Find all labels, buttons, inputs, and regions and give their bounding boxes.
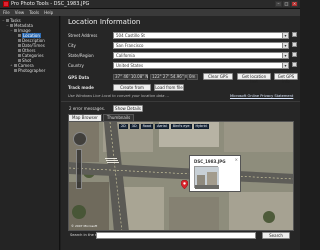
window-controls: – □ × [275,1,298,7]
chevron-down-icon[interactable]: ▾ [282,51,289,59]
menu-bar: File View Tools Help [0,9,300,16]
title-bar: Pro Photo Tools - DSC_1983.JPG – □ × [0,0,300,9]
tab-map-browser[interactable]: Map Browser [68,114,102,121]
menu-tools[interactable]: Tools [29,10,39,15]
window-title: Pro Photo Tools - DSC_1983.JPG [11,1,90,7]
load-from-file-button[interactable]: Load from file [154,84,184,91]
gps-altitude[interactable]: 0m [187,74,198,80]
menu-file[interactable]: File [3,10,10,15]
track-label: Track mode [68,84,94,90]
folder-icon [18,49,21,52]
search-button[interactable]: Search [262,232,290,239]
folder-icon [18,54,21,57]
aerial-map [69,122,293,230]
edit-icon[interactable] [292,52,297,57]
divider [61,101,300,102]
photo-popup: DSC_1983.JPG × [189,155,241,192]
folder-icon [18,59,21,62]
search-input[interactable] [96,232,256,239]
gps-longitude[interactable]: 122° 27' 54.96" W [150,74,189,80]
folder-icon [10,24,13,27]
main-panel: Location Information Street Address 504 … [61,16,300,250]
chevron-down-icon[interactable]: ▾ [282,31,289,39]
page-title: Location Information [68,18,141,26]
map-style-hybrid[interactable]: Hybrid [193,124,209,129]
chevron-down-icon[interactable]: ▾ [282,61,289,69]
tree-expander-icon[interactable]: + [10,63,13,68]
state-label: State/Region [68,52,94,58]
map-copyright: © 2007 Microsoft [71,224,98,228]
hint-text: Use Windows Live Local to convert your l… [68,94,169,98]
maximize-button[interactable]: □ [283,1,290,7]
gps-latitude[interactable]: 37° 46' 10.08" N [113,74,148,80]
folder-icon [14,64,17,67]
gps-label: GPS Data [68,74,90,80]
street-field[interactable]: 504 Castillo St ▾ [113,31,289,39]
folder-icon [14,69,17,72]
navigation-tree: − Tasks − Metadata − Image Location Description… [0,16,60,250]
map-view[interactable]: 2D 3D Road Aerial Bird's eye Hybrid DSC_… [68,121,294,231]
tree-expander-icon[interactable]: − [2,18,5,23]
map-style-birdseye[interactable]: Bird's eye [170,124,192,129]
edit-icon[interactable] [292,62,297,67]
privacy-link[interactable]: Microsoft Online Privacy Statement [230,94,293,98]
country-row: Country United States ▾ [68,61,297,69]
tab-strip: Map Browser Thumbnails [68,114,135,121]
photo-location-marker[interactable] [181,180,188,189]
menu-view[interactable]: View [15,10,25,15]
close-icon[interactable]: × [235,157,238,162]
map-pan-control[interactable] [73,132,87,146]
map-style-aerial[interactable]: Aerial [155,124,169,129]
track-row: Track mode [68,83,105,91]
map-zoom-slider[interactable] [76,149,82,189]
error-messages: 2 error messages. [69,106,106,111]
get-location-text-button[interactable]: Get location text [237,73,271,84]
gps-row: GPS Data [68,73,105,81]
city-row: City San Francisco ▾ [68,41,297,49]
street-label: Street Address [68,32,98,38]
state-field[interactable]: California ▾ [113,51,289,59]
menu-help[interactable]: Help [44,10,53,15]
folder-icon [14,29,17,32]
map-toolbar: 2D 3D Road Aerial Bird's eye Hybrid [119,124,209,129]
folder-icon [6,19,9,22]
clear-gps-button[interactable]: Clear GPS [203,73,233,80]
chevron-down-icon[interactable]: ▾ [282,41,289,49]
edit-icon[interactable] [292,32,297,37]
state-row: State/Region California ▾ [68,51,297,59]
tree-expander-icon[interactable]: − [10,28,13,33]
country-label: Country [68,62,84,68]
folder-icon [18,39,21,42]
street-row: Street Address 504 Castillo St ▾ [68,31,297,39]
folder-icon [18,34,21,37]
map-mode-2d[interactable]: 2D [119,124,128,129]
edit-icon[interactable] [292,42,297,47]
tab-thumbnails[interactable]: Thumbnails [102,114,135,121]
map-mode-3d[interactable]: 3D [129,124,139,129]
country-field[interactable]: United States ▾ [113,61,289,69]
close-button[interactable]: × [291,1,298,7]
city-label: City [68,42,76,48]
city-field[interactable]: San Francisco ▾ [113,41,289,49]
minimize-button[interactable]: – [275,1,282,7]
photo-thumbnail[interactable] [194,166,219,189]
get-gps-info-button[interactable]: Get GPS info [274,73,298,84]
map-search-bar: Search in the map Search [68,232,294,239]
create-from-images-button[interactable]: Create from images [113,84,151,95]
folder-icon [18,44,21,47]
app-icon [3,1,9,7]
map-style-road[interactable]: Road [140,124,154,129]
popup-title: DSC_1983.JPG [194,159,226,164]
tree-item-label: Photographer [18,68,46,73]
show-details-button[interactable]: Show Details [113,105,143,112]
tree-expander-icon[interactable]: − [6,23,9,28]
tree-item[interactable]: Photographer [0,68,59,73]
